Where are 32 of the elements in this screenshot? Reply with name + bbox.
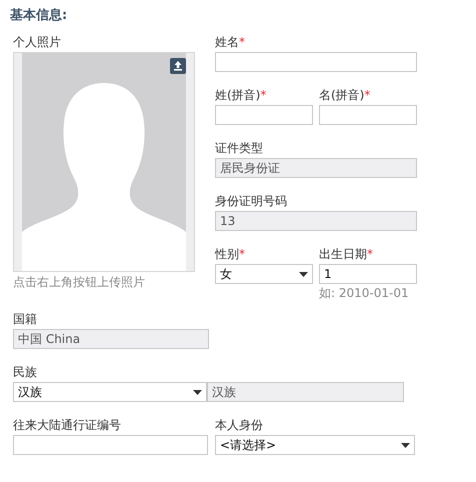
field-label: 个人照片 xyxy=(13,34,62,50)
format-hint: 如: 2010-01-01 xyxy=(319,285,410,301)
field-label: 出生日期* xyxy=(319,246,374,262)
select-field[interactable]: <请选择> xyxy=(215,435,415,455)
readonly-field[interactable]: 13 xyxy=(215,211,417,231)
field-label: 性别* xyxy=(215,246,246,262)
field-label: 往来大陆通行证编号 xyxy=(13,417,122,433)
readonly-field[interactable]: 居民身份证 xyxy=(215,158,417,178)
caret-icon xyxy=(401,442,410,448)
readonly-field: 汉族 xyxy=(207,382,404,402)
field-label: 国籍 xyxy=(13,311,38,327)
readonly-field[interactable]: 中国 China xyxy=(13,329,209,349)
input-field[interactable] xyxy=(215,105,313,125)
field-label: 本人身份 xyxy=(215,417,264,433)
input-field[interactable] xyxy=(13,435,208,455)
select-field[interactable]: 女 xyxy=(215,264,313,284)
field-label: 身份证明号码 xyxy=(215,193,288,209)
field-label: 证件类型 xyxy=(215,140,264,156)
field-label: 姓(拼音)* xyxy=(215,87,268,103)
select-field[interactable]: 汉族 xyxy=(13,382,207,402)
field-label: 民族 xyxy=(13,364,38,380)
upload-caption: 点击右上角按钮上传照片 xyxy=(13,274,146,290)
caret-icon xyxy=(299,272,308,276)
upload-icon xyxy=(173,61,183,71)
field-label: 姓名* xyxy=(215,34,246,50)
caret-icon xyxy=(193,390,202,394)
field-label: 名(拼音)* xyxy=(319,87,372,103)
input-field[interactable] xyxy=(215,52,417,72)
input-field[interactable]: 1 xyxy=(319,264,417,284)
section-title: 基本信息: xyxy=(10,7,68,25)
upload-button[interactable] xyxy=(170,58,186,74)
input-field[interactable] xyxy=(319,105,417,125)
